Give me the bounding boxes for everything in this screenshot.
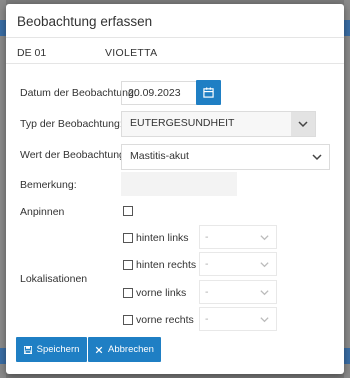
- localization-select-value: -: [205, 258, 209, 270]
- save-button[interactable]: Speichern: [16, 337, 87, 362]
- dialog-header: Beobachtung erfassen: [6, 4, 344, 38]
- type-select-value: EUTERGESUNDHEIT: [130, 117, 235, 129]
- animal-id: DE 01: [17, 47, 47, 59]
- localization-checkbox-hinten-rechts[interactable]: [123, 260, 133, 270]
- save-button-label: Speichern: [36, 344, 80, 355]
- close-icon: [95, 346, 103, 353]
- pin-label: Anpinnen: [20, 206, 65, 218]
- localization-select-value: -: [205, 313, 209, 325]
- localization-select-value: -: [205, 286, 209, 298]
- localization-select-value: -: [205, 231, 209, 243]
- value-label: Wert der Beobachtung:: [20, 149, 128, 161]
- dialog-title: Beobachtung erfassen: [17, 14, 153, 29]
- calendar-icon: [203, 87, 214, 98]
- localization-select-hinten-rechts[interactable]: -: [199, 252, 277, 276]
- chevron-down-icon: [312, 154, 322, 161]
- calendar-button[interactable]: [196, 80, 221, 105]
- chevron-down-icon: [298, 121, 308, 128]
- localization-label: Lokalisationen: [20, 273, 88, 285]
- localization-checkbox-hinten-links[interactable]: [123, 233, 133, 243]
- backdrop-blue-marker: [344, 20, 350, 36]
- date-field[interactable]: 20.09.2023: [121, 81, 198, 105]
- remark-label: Bemerkung:: [20, 179, 77, 191]
- localization-label-hinten-rechts: hinten rechts: [136, 259, 197, 271]
- type-label: Typ der Beobachtung:: [20, 118, 123, 130]
- animal-info-row: DE 01 VIOLETTA: [6, 38, 344, 64]
- value-select[interactable]: Mastitis-akut: [121, 144, 330, 170]
- date-label: Datum der Beobachtung:: [20, 87, 137, 99]
- chevron-down-icon: [260, 317, 269, 323]
- localization-label-hinten-links: hinten links: [136, 232, 189, 244]
- floppy-disk-icon: [23, 345, 32, 354]
- backdrop-blue-marker: [344, 348, 350, 364]
- localization-checkbox-vorne-links[interactable]: [123, 288, 133, 298]
- localization-select-vorne-links[interactable]: -: [199, 280, 277, 304]
- type-select[interactable]: EUTERGESUNDHEIT: [121, 111, 316, 137]
- cancel-button-label: Abbrechen: [108, 344, 154, 355]
- localization-label-vorne-links: vorne links: [136, 287, 187, 299]
- localization-select-hinten-links[interactable]: -: [199, 225, 277, 249]
- localization-checkbox-vorne-rechts[interactable]: [123, 315, 133, 325]
- chevron-down-icon: [260, 262, 269, 268]
- backdrop-right-edge: [344, 0, 350, 378]
- observation-dialog: Beobachtung erfassen DE 01 VIOLETTA Datu…: [6, 4, 344, 374]
- value-select-value: Mastitis-akut: [130, 150, 189, 162]
- remark-input[interactable]: [121, 172, 237, 196]
- animal-name: VIOLETTA: [105, 47, 158, 59]
- localization-label-vorne-rechts: vorne rechts: [136, 314, 194, 326]
- cancel-button[interactable]: Abbrechen: [88, 337, 161, 362]
- chevron-down-icon: [260, 290, 269, 296]
- localization-select-vorne-rechts[interactable]: -: [199, 307, 277, 331]
- pin-checkbox[interactable]: [123, 206, 133, 216]
- chevron-down-icon: [260, 235, 269, 241]
- type-select-toggle[interactable]: [291, 112, 315, 136]
